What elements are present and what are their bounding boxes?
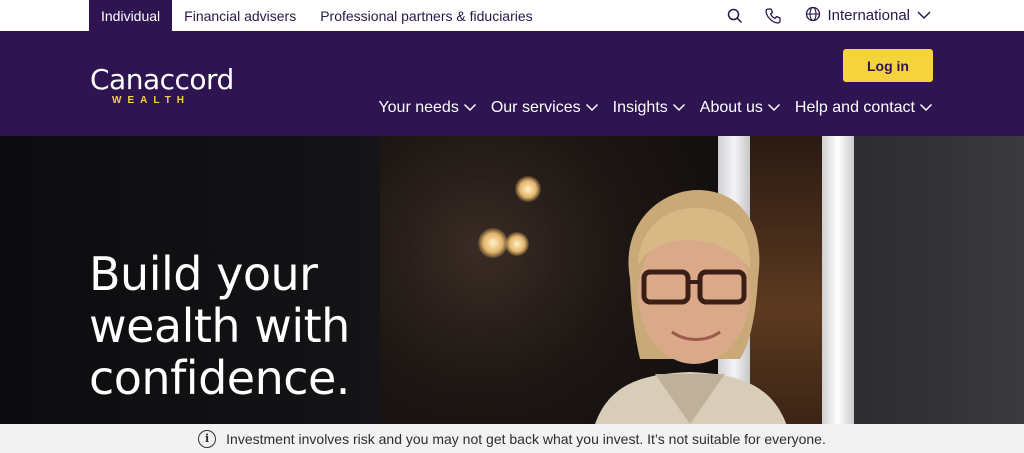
nav-label: Our services — [490, 99, 581, 116]
utility-bar: Individual Financial advisers Profession… — [0, 0, 1024, 31]
nav-label: Insights — [612, 99, 668, 116]
chevron-down-icon — [919, 99, 933, 117]
nav-our-services[interactable]: Our services — [491, 99, 599, 117]
chevron-down-icon — [916, 7, 932, 24]
brand-name: Canaccord — [90, 63, 234, 96]
hero-title: Build your wealth with confidence. — [89, 248, 429, 404]
hero-wall — [854, 136, 1024, 424]
bokeh-light — [515, 176, 541, 202]
bokeh-light — [505, 232, 529, 256]
tab-individual[interactable]: Individual — [89, 0, 173, 31]
main-navigation: Your needs Our services Insights About u… — [378, 99, 933, 117]
hero-title-line: Build your — [89, 247, 318, 301]
hero-banner: Build your wealth with confidence. — [0, 136, 1024, 424]
chevron-down-icon — [767, 99, 781, 117]
nav-insights[interactable]: Insights — [613, 99, 686, 117]
nav-your-needs[interactable]: Your needs — [378, 99, 476, 117]
utility-actions: International — [725, 0, 932, 31]
nav-label: Help and contact — [794, 99, 915, 116]
globe-icon — [805, 6, 821, 26]
login-button[interactable]: Log in — [843, 49, 933, 82]
audience-tabs: Individual Financial advisers Profession… — [89, 0, 545, 31]
tab-financial-advisers[interactable]: Financial advisers — [172, 0, 308, 31]
chevron-down-icon — [463, 99, 477, 117]
phone-icon[interactable] — [763, 6, 783, 26]
chevron-down-icon — [585, 99, 599, 117]
brand-sub: WEALTH — [112, 95, 191, 106]
hero-title-line: confidence. — [89, 351, 350, 405]
bokeh-light — [478, 228, 508, 258]
search-icon[interactable] — [725, 6, 745, 26]
hero-title-line: wealth with — [89, 299, 350, 353]
nav-label: Your needs — [378, 99, 459, 116]
chevron-down-icon — [672, 99, 686, 117]
nav-about-us[interactable]: About us — [700, 99, 781, 117]
region-label: International — [827, 7, 910, 24]
site-header: Canaccord WEALTH Log in Your needs Our s… — [0, 31, 1024, 136]
info-icon: i — [198, 429, 217, 448]
brand-logo[interactable]: Canaccord WEALTH — [90, 63, 234, 107]
risk-warning-bar: i Investment involves risk and you may n… — [0, 424, 1024, 453]
hero-portrait — [595, 189, 787, 424]
region-selector[interactable]: International — [805, 6, 932, 26]
risk-warning-text: Investment involves risk and you may not… — [226, 430, 826, 447]
hero-pillar — [822, 136, 854, 424]
nav-help-and-contact[interactable]: Help and contact — [795, 99, 933, 117]
nav-label: About us — [699, 99, 763, 116]
tab-professional-partners[interactable]: Professional partners & fiduciaries — [308, 0, 544, 31]
